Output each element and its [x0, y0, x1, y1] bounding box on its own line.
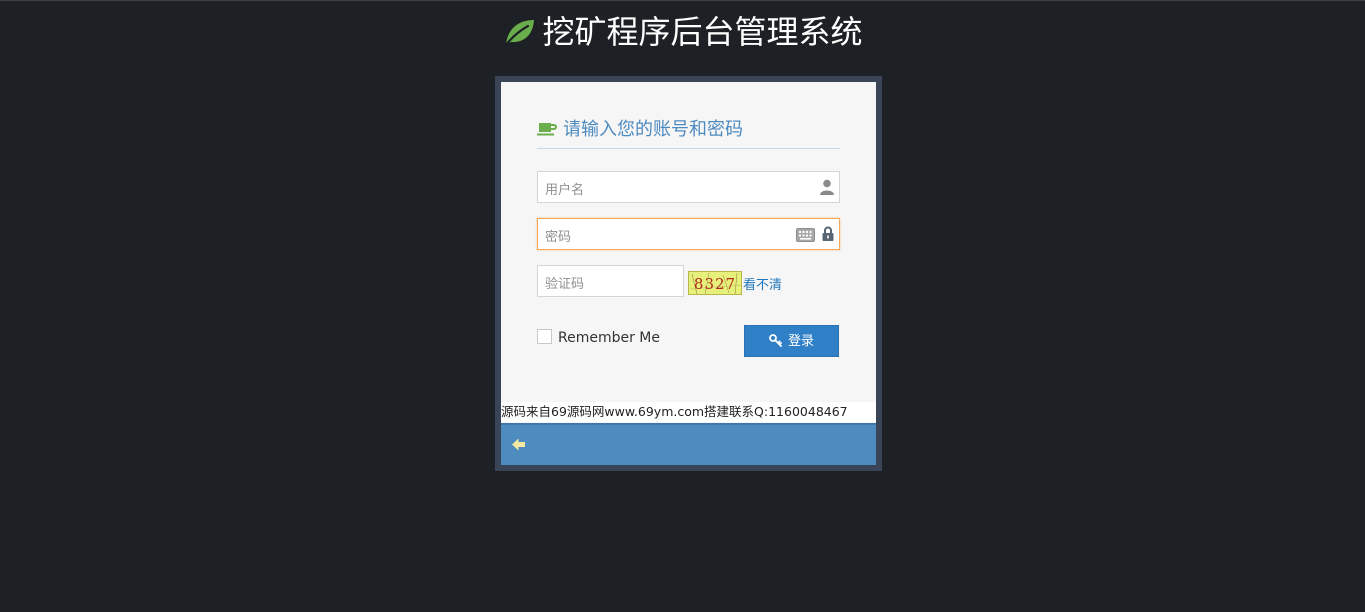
- top-border: [0, 0, 1365, 1]
- captcha-image[interactable]: 8327: [688, 271, 742, 295]
- page-header: 挖矿程序后台管理系统: [0, 12, 1365, 52]
- arrow-left-icon[interactable]: [511, 437, 526, 452]
- remember-label[interactable]: Remember Me: [558, 330, 660, 346]
- captcha-placeholder: 验证码: [545, 277, 585, 292]
- user-icon: [820, 179, 834, 195]
- username-field[interactable]: 用户名: [537, 171, 840, 203]
- leaf-icon: [504, 20, 535, 47]
- watermark-text: 源码来自69源码网www.69ym.com搭建联系Q:1160048467: [501, 404, 848, 419]
- captcha-refresh-link[interactable]: 看不清: [743, 274, 782, 293]
- password-field[interactable]: 密码: [537, 218, 840, 250]
- login-button-label: 登录: [787, 334, 814, 349]
- password-placeholder: 密码: [545, 230, 572, 245]
- key-icon: [769, 334, 782, 347]
- remember-me[interactable]: Remember Me: [537, 327, 660, 347]
- captcha-field[interactable]: 验证码: [537, 265, 684, 297]
- login-box-title: 请输入您的账号和密码: [537, 118, 840, 149]
- login-box: 请输入您的账号和密码 用户名 密码 验证码 8327 看不清 Remember …: [501, 82, 876, 465]
- login-button[interactable]: 登录: [744, 325, 839, 357]
- username-placeholder: 用户名: [545, 183, 585, 198]
- coffee-icon: [537, 123, 557, 136]
- login-toolbar: [501, 423, 876, 465]
- page-title: 挖矿程序后台管理系统: [542, 13, 863, 51]
- remember-checkbox[interactable]: [537, 329, 552, 344]
- login-box-title-text: 请输入您的账号和密码: [563, 119, 743, 140]
- captcha-text: 8327: [693, 275, 737, 293]
- lock-icon: [822, 226, 834, 241]
- keyboard-icon[interactable]: [796, 228, 815, 242]
- login-frame: 请输入您的账号和密码 用户名 密码 验证码 8327 看不清 Remember …: [495, 76, 882, 471]
